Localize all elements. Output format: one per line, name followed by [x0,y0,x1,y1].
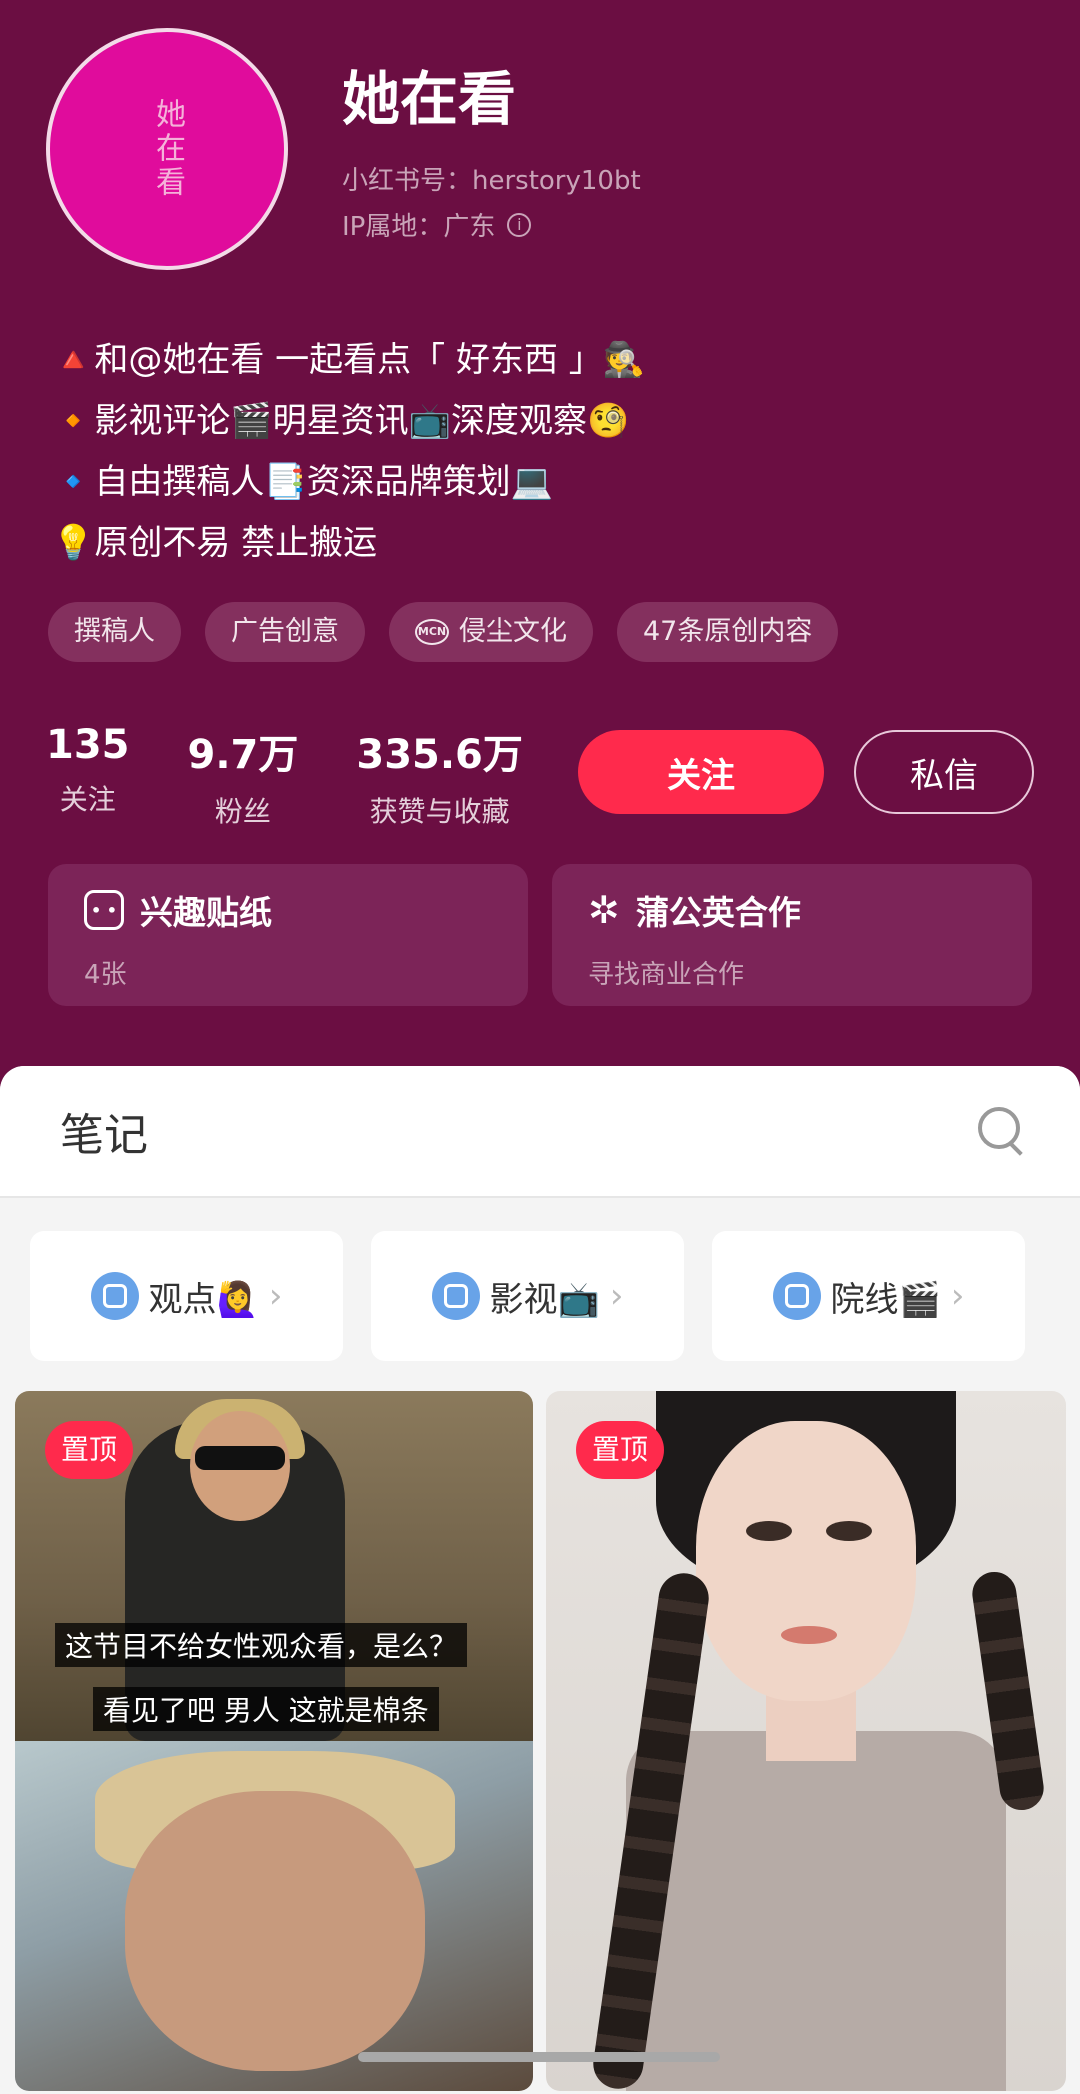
chevron-right-icon: › [609,1276,624,1316]
tag-writer[interactable]: 撰稿人 [48,602,181,662]
card-title-text: 兴趣贴纸 [140,893,272,932]
bio: 🔺和@她在看 一起看点「 好东西 」🕵️ 🔸影视评论🎬明星资讯📺深度观察🧐 🔹自… [52,330,645,574]
pinned-badge: 置顶 [576,1421,665,1479]
collection-icon [90,1272,139,1320]
stat-followers[interactable]: 9.7万 粉丝 [188,722,299,830]
search-icon[interactable] [978,1107,1026,1155]
card-sub-text: 4张 [84,960,127,990]
bio-line: 🔸影视评论🎬明星资讯📺深度观察🧐 [52,401,630,441]
collection-icon [431,1272,480,1320]
follow-button[interactable]: 关注 [578,730,824,814]
xhs-id: 小红书号：herstory10bt [342,166,641,196]
profile-name: 她在看 [342,65,517,133]
collection-label: 影视📺 [489,1279,600,1320]
collections: 观点🙋‍♀️ › 影视📺 › 院线🎬 › [30,1231,1025,1361]
person-eye [826,1521,872,1541]
person-eye [746,1521,792,1541]
person-lips [781,1626,837,1644]
notes-title[interactable]: 笔记 [60,1099,148,1163]
stat-likes[interactable]: 335.6万 获赞与收藏 [356,722,523,830]
collection-label: 观点🙋‍♀️ [148,1279,259,1320]
collection-opinion[interactable]: 观点🙋‍♀️ › [30,1231,343,1361]
collection-icon [772,1272,821,1320]
stat-following[interactable]: 135 关注 [46,722,130,830]
profile-tags: 撰稿人 广告创意 MCN 侵尘文化 47条原创内容 [48,602,839,662]
profile-header: 她在看 她在看 小红书号：herstory10bt IP属地：广东 i 🔺和@她… [0,0,1080,1080]
sunglasses [195,1446,285,1470]
note-card[interactable]: 置顶 [546,1391,1066,2091]
video-subtitle: 这节目不给女性观众看，是么？ [55,1623,468,1667]
avatar-text: 她在看 [150,98,185,200]
collection-cinema[interactable]: 院线🎬 › [712,1231,1025,1361]
message-button[interactable]: 私信 [854,730,1034,814]
sticker-card-title: • • 兴趣贴纸 [84,886,492,934]
dandelion-card[interactable]: ✲ 蒲公英合作 寻找商业合作 [552,864,1032,1006]
bio-line: 🔺和@她在看 一起看点「 好东西 」🕵️ [52,340,646,380]
home-indicator[interactable] [358,2052,720,2062]
person-neck [766,1691,856,1761]
sticker-card[interactable]: • • 兴趣贴纸 4张 [48,864,528,1006]
collection-film[interactable]: 影视📺 › [371,1231,684,1361]
stats: 135 关注 9.7万 粉丝 335.6万 获赞与收藏 [46,722,523,830]
chevron-right-icon: › [950,1276,965,1316]
stat-value: 335.6万 [356,732,523,778]
card-sub-text: 寻找商业合作 [588,960,745,990]
ip-location-text: IP属地：广东 [342,212,496,242]
bio-line: 💡原创不易 禁止搬运 [52,523,378,563]
video-subtitle: 看见了吧 男人 这就是棉条 [93,1687,439,1731]
info-icon[interactable]: i [507,212,532,237]
card-title-text: 蒲公英合作 [635,893,801,932]
dandelion-icon: ✲ [588,888,620,932]
stat-label: 关注 [59,783,116,816]
stat-value: 9.7万 [187,732,299,778]
tank-top [626,1731,1006,2091]
bio-line: 🔹自由撰稿人📑资深品牌策划💻 [52,462,554,502]
stat-label: 粉丝 [214,795,271,828]
tag-label: 撰稿人 [74,616,155,647]
tag-label: 47条原创内容 [643,616,813,647]
dandelion-card-title: ✲ 蒲公英合作 [588,886,996,934]
tag-label: 广告创意 [231,616,339,647]
note-card[interactable]: 这节目不给女性观众看，是么？ 看见了吧 男人 这就是棉条 置顶 [15,1391,533,2091]
ip-location: IP属地：广东 i [342,206,532,243]
person-face [125,1791,425,2071]
tag-ad-creative[interactable]: 广告创意 [205,602,365,662]
avatar[interactable]: 她在看 [46,28,288,270]
tag-original-count[interactable]: 47条原创内容 [617,602,839,662]
notes-panel: 笔记 观点🙋‍♀️ › 影视📺 › 院线🎬 › 这节目不给女性观众看，是么？ 看… [0,1066,1080,2094]
tag-mcn[interactable]: MCN 侵尘文化 [389,602,593,662]
chevron-right-icon: › [268,1276,283,1316]
tag-label: 侵尘文化 [459,616,567,647]
stat-value: 135 [46,722,130,768]
sticker-icon: • • [84,890,124,930]
pinned-badge: 置顶 [45,1421,134,1479]
stat-label: 获赞与收藏 [369,795,510,828]
person-face [696,1421,916,1701]
collection-label: 院线🎬 [830,1279,941,1320]
notes-header: 笔记 [0,1066,1080,1198]
mcn-icon: MCN [415,619,449,645]
